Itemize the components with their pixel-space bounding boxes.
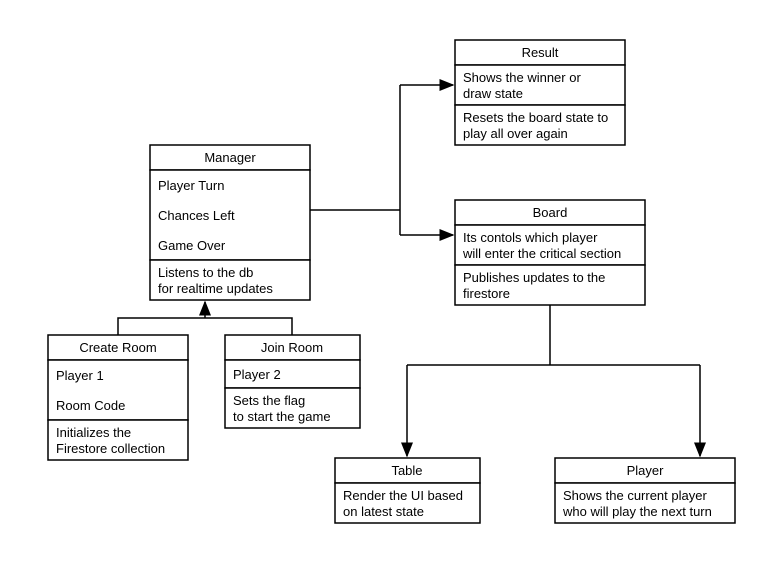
board-foot: firestore [463, 286, 510, 301]
result-line: draw state [463, 86, 523, 101]
manager-title: Manager [204, 150, 256, 165]
create-room-title: Create Room [79, 340, 156, 355]
result-title: Result [522, 45, 559, 60]
result-foot: play all over again [463, 126, 568, 141]
result-line: Shows the winner or [463, 70, 581, 85]
player-title: Player [627, 463, 665, 478]
table-foot: on latest state [343, 504, 424, 519]
create-room-line: Room Code [56, 398, 125, 413]
join-room-box: Join Room Player 2 Sets the flag to star… [225, 335, 360, 428]
manager-box: Manager Player Turn Chances Left Game Ov… [150, 145, 310, 300]
join-room-title: Join Room [261, 340, 323, 355]
create-room-box: Create Room Player 1 Room Code Initializ… [48, 335, 188, 460]
player-foot: Shows the current player [563, 488, 707, 503]
manager-foot: for realtime updates [158, 281, 273, 296]
board-line: Its contols which player [463, 230, 598, 245]
manager-foot: Listens to the db [158, 265, 253, 280]
manager-line: Game Over [158, 238, 226, 253]
create-room-foot: Firestore collection [56, 441, 165, 456]
board-foot: Publishes updates to the [463, 270, 605, 285]
table-title: Table [391, 463, 422, 478]
manager-line: Player Turn [158, 178, 224, 193]
board-line: will enter the critical section [462, 246, 621, 261]
create-room-foot: Initializes the [56, 425, 131, 440]
player-foot: who will play the next turn [562, 504, 712, 519]
board-title: Board [533, 205, 568, 220]
result-foot: Resets the board state to [463, 110, 608, 125]
join-room-foot: Sets the flag [233, 393, 305, 408]
create-room-line: Player 1 [56, 368, 104, 383]
join-room-foot: to start the game [233, 409, 331, 424]
manager-line: Chances Left [158, 208, 235, 223]
table-foot: Render the UI based [343, 488, 463, 503]
board-box: Board Its contols which player will ente… [455, 200, 645, 305]
result-box: Result Shows the winner or draw state Re… [455, 40, 625, 145]
table-box: Table Render the UI based on latest stat… [335, 458, 480, 523]
connector [118, 318, 292, 335]
architecture-diagram: Manager Player Turn Chances Left Game Ov… [0, 0, 771, 581]
join-room-line: Player 2 [233, 367, 281, 382]
player-box: Player Shows the current player who will… [555, 458, 735, 523]
